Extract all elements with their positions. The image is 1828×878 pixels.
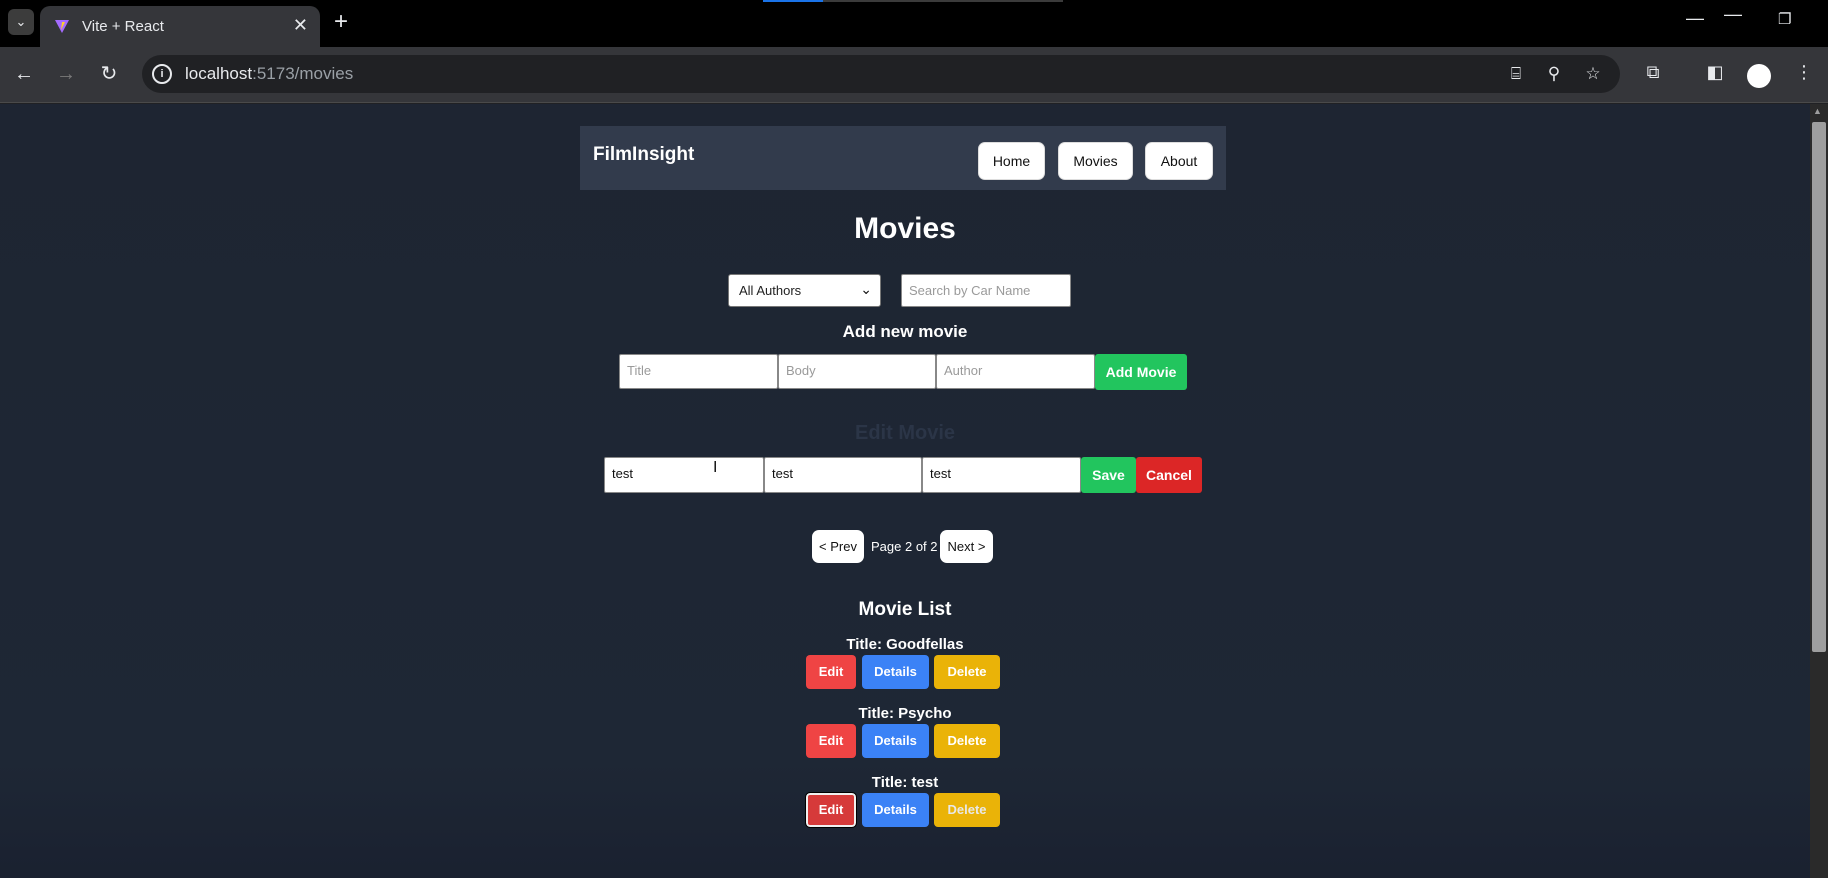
address-bar[interactable]: i localhost:5173/movies ⌸ ⚲ ☆ (142, 55, 1620, 93)
minimize-icon[interactable]: — (1686, 8, 1704, 29)
reload-icon[interactable]: ↻ (96, 61, 122, 87)
site-info-icon[interactable]: i (152, 64, 172, 84)
movie-title: Title: Psycho (858, 705, 952, 722)
edit-title-input[interactable]: test (604, 457, 764, 493)
movie-title: Title: test (871, 774, 939, 791)
edit-movie-heading: Edit Movie (854, 422, 955, 444)
edit-button[interactable]: Edit (806, 724, 856, 758)
nav-link-home[interactable]: Home (978, 142, 1045, 180)
page-title: Movies (854, 212, 956, 245)
browser-toolbar: ← → ↻ i localhost:5173/movies ⌸ ⚲ ☆ (0, 47, 1828, 103)
delete-button[interactable]: Delete (934, 724, 1000, 758)
zoom-icon[interactable]: ⚲ (1543, 64, 1565, 84)
tab-close-icon[interactable]: ✕ (293, 15, 308, 35)
add-title-input[interactable]: Title (619, 354, 778, 389)
menu-kebab-icon[interactable]: ⋮ (1792, 62, 1816, 83)
browser-tab[interactable]: Vite + React ✕ (40, 6, 320, 47)
edit-button[interactable]: Edit (806, 655, 856, 689)
cancel-button[interactable]: Cancel (1136, 457, 1202, 493)
search-input[interactable]: Search by Car Name (901, 274, 1071, 307)
add-movie-button[interactable]: Add Movie (1095, 354, 1187, 390)
next-page-button[interactable]: Next > (940, 530, 993, 563)
details-button[interactable]: Details (862, 793, 929, 827)
minimize-alt-icon[interactable]: — (1724, 4, 1742, 25)
edit-author-input[interactable]: test (922, 457, 1081, 493)
author-filter-select[interactable]: All Authors ⌄ (728, 274, 881, 307)
back-icon[interactable]: ← (11, 61, 37, 87)
url-text[interactable]: localhost:5173/movies (185, 64, 353, 84)
details-button[interactable]: Details (862, 724, 929, 758)
text-cursor-icon: I (713, 459, 718, 476)
translate-icon[interactable]: ⌸ (1505, 64, 1527, 84)
add-movie-heading: Add new movie (842, 322, 968, 341)
restore-icon[interactable]: ❐ (1778, 10, 1791, 28)
new-tab-icon[interactable]: + (334, 10, 348, 34)
delete-button[interactable]: Delete (934, 655, 1000, 689)
movie-list-heading: Movie List (858, 599, 952, 620)
scroll-up-arrow-icon[interactable]: ▲ (1813, 106, 1822, 116)
prev-page-button[interactable]: < Prev (812, 530, 864, 563)
chevron-down-icon: ⌄ (860, 281, 872, 297)
add-body-input[interactable]: Body (778, 354, 936, 389)
nav-link-about[interactable]: About (1145, 142, 1213, 180)
profile-avatar[interactable] (1747, 64, 1771, 88)
tab-accent-bar (763, 0, 823, 2)
tab-search-icon[interactable]: ⌄ (8, 9, 34, 35)
tab-title: Vite + React (82, 18, 164, 35)
forward-icon[interactable]: → (53, 61, 79, 87)
bookmark-star-icon[interactable]: ☆ (1582, 64, 1604, 84)
page-status: Page 2 of 2 (871, 539, 938, 554)
movie-title: Title: Goodfellas (846, 636, 964, 653)
author-filter-value: All Authors (739, 283, 802, 298)
scrollbar-thumb[interactable] (1812, 122, 1826, 652)
tab-strip: ⌄ Vite + React ✕ + — — ❐ (0, 0, 1828, 47)
brand-logo-text[interactable]: FilmInsight (593, 144, 694, 166)
vite-logo-icon (55, 20, 69, 33)
side-panel-icon[interactable]: ◧ (1703, 62, 1727, 83)
details-button[interactable]: Details (862, 655, 929, 689)
tab-accent-bar-secondary (823, 0, 1063, 2)
delete-button[interactable]: Delete (934, 793, 1000, 827)
edit-button-active[interactable]: Edit (805, 792, 857, 828)
save-button[interactable]: Save (1081, 457, 1136, 493)
browser-window: ⌄ Vite + React ✕ + — — ❐ ← → ↻ i localho… (0, 0, 1828, 878)
add-author-input[interactable]: Author (936, 354, 1095, 389)
extensions-icon[interactable]: ⧉ (1641, 62, 1665, 83)
edit-body-input[interactable]: test (764, 457, 922, 493)
nav-link-movies[interactable]: Movies (1058, 142, 1133, 180)
